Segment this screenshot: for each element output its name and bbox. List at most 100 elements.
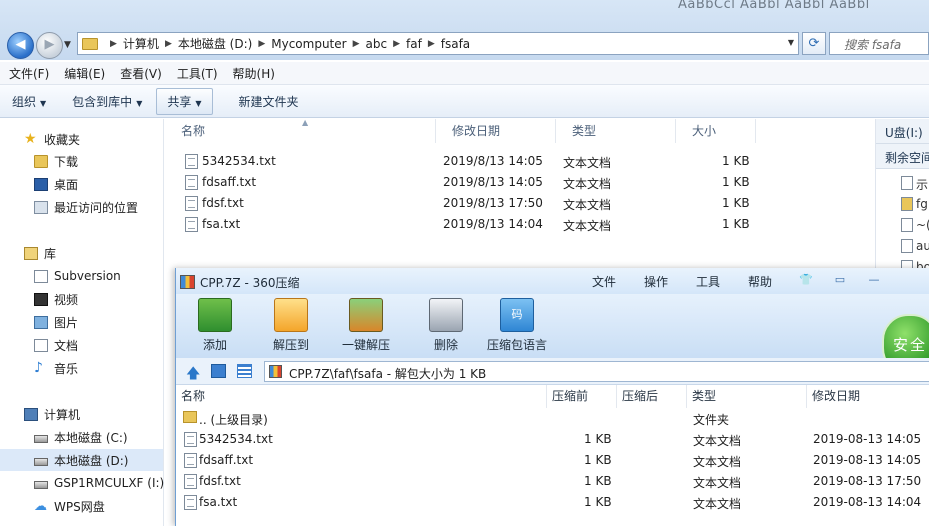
usb-drive-header[interactable]: U盘(I:) xyxy=(876,119,929,144)
one-click-extract-button[interactable]: 一键解压 xyxy=(342,298,390,353)
folder-icon xyxy=(901,197,913,211)
file-size: 1 KB xyxy=(722,196,750,210)
icon-view-icon[interactable] xyxy=(211,364,226,378)
breadcrumb-chevron-icon[interactable]: ▶ xyxy=(393,39,400,49)
search-input[interactable]: 搜索 fsafa xyxy=(829,32,929,55)
zip-file-name: 5342534.txt xyxy=(199,432,273,446)
nav-favorites[interactable]: ★ 收藏夹 xyxy=(0,128,163,150)
menu-view[interactable]: 查看(V) xyxy=(120,65,162,82)
zip-path-field[interactable]: CPP.7Z\faf\fsafa - 解包大小为 1 KB xyxy=(264,361,929,382)
breadcrumb-chevron-icon[interactable]: ▶ xyxy=(258,39,265,49)
menu-file[interactable]: 文件(F) xyxy=(9,65,49,82)
breadcrumb-chevron-icon[interactable]: ▶ xyxy=(428,39,435,49)
zip-column-modified[interactable]: 修改日期 xyxy=(807,385,929,408)
text-file-icon xyxy=(185,217,198,232)
column-header-modified[interactable]: 修改日期 xyxy=(436,119,556,143)
file-row[interactable]: 5342534.txt 2019/8/13 14:05 文本文档 1 KB xyxy=(165,151,765,172)
zip-menu-file[interactable]: 文件 xyxy=(592,273,616,290)
file-row[interactable]: fdsaff.txt 2019/8/13 14:05 文本文档 1 KB xyxy=(165,172,765,193)
back-button[interactable]: ◀ xyxy=(7,32,34,59)
breadcrumb-mycomputer[interactable]: Mycomputer xyxy=(271,37,346,51)
column-header-type[interactable]: 类型 xyxy=(556,119,676,143)
zip-file-row[interactable]: fdsf.txt 1 KB 文本文档 2019-08-13 17:50 xyxy=(176,471,929,492)
menu-tools[interactable]: 工具(T) xyxy=(177,65,218,82)
nav-downloads[interactable]: 下载 xyxy=(0,150,163,172)
nav-recent-places[interactable]: 最近访问的位置 xyxy=(0,196,163,218)
zip-column-compressed[interactable]: 压缩前 xyxy=(547,385,617,408)
delete-button[interactable]: 删除 xyxy=(429,298,463,353)
parent-directory-row[interactable]: .. (上级目录) 文件夹 xyxy=(176,408,929,429)
breadcrumb-drive-d[interactable]: 本地磁盘 (D:) xyxy=(178,35,252,52)
recent-pages-dropdown-icon[interactable]: ▼ xyxy=(64,40,71,50)
up-arrow-icon[interactable]: 🡅 xyxy=(186,363,200,387)
minimize-icon[interactable]: — xyxy=(866,273,882,287)
one-click-extract-icon xyxy=(349,298,383,332)
pane-item[interactable]: 示 xyxy=(916,176,929,196)
zip-column-name[interactable]: 名称 xyxy=(176,385,547,408)
text-file-icon xyxy=(185,196,198,211)
video-icon xyxy=(34,292,48,306)
new-folder-button[interactable]: 新建文件夹 xyxy=(239,93,299,110)
nav-drive-i[interactable]: GSP1RMCULXF (I:) xyxy=(0,472,164,494)
zip-file-row[interactable]: 5342534.txt 1 KB 文本文档 2019-08-13 14:05 xyxy=(176,429,929,450)
explorer-titlebar: AaBbCcl AaBbl AaBbl AaBbl ◀ ▶ ▼ ▶ 计算机 ▶ … xyxy=(0,0,929,60)
organize-button[interactable]: 组织 ▼ xyxy=(12,93,46,110)
zip-file-row[interactable]: fsa.txt 1 KB 文本文档 2019-08-13 14:04 xyxy=(176,492,929,513)
pane-item[interactable]: fg xyxy=(916,197,929,217)
nav-wps-cloud[interactable]: ☁ WPS网盘 xyxy=(0,495,163,517)
list-view-icon[interactable] xyxy=(237,364,252,378)
breadcrumb-faf[interactable]: faf xyxy=(406,37,422,51)
zip-menu-tools[interactable]: 工具 xyxy=(696,273,720,290)
zip-menu-operate[interactable]: 操作 xyxy=(644,273,668,290)
zip-column-type[interactable]: 类型 xyxy=(687,385,807,408)
file-row[interactable]: fsa.txt 2019/8/13 14:04 文本文档 1 KB xyxy=(165,214,765,235)
nav-videos[interactable]: 视频 xyxy=(0,288,163,310)
folder-icon xyxy=(183,411,197,423)
file-type: 文本文档 xyxy=(563,156,612,170)
free-space-header[interactable]: 剩余空间 xyxy=(876,144,929,169)
zip-titlebar: CPP.7Z - 360压缩 文件 操作 工具 帮助 👕 ▭ — xyxy=(176,268,929,294)
refresh-button[interactable]: ⟳ xyxy=(802,32,826,55)
address-dropdown-icon[interactable]: ▼ xyxy=(788,38,794,47)
nav-music[interactable]: ♪ 音乐 xyxy=(0,357,163,379)
archive-language-button[interactable]: 码 压缩包语言 xyxy=(487,298,547,353)
breadcrumb-chevron-icon[interactable]: ▶ xyxy=(110,39,117,49)
address-bar[interactable]: ▶ 计算机 ▶ 本地磁盘 (D:) ▶ Mycomputer ▶ abc ▶ f… xyxy=(77,32,799,55)
breadcrumb-computer[interactable]: 计算机 xyxy=(123,35,159,52)
nav-subversion[interactable]: Subversion xyxy=(0,265,163,287)
column-header-size[interactable]: 大小 xyxy=(676,119,756,143)
skin-icon[interactable]: 👕 xyxy=(798,273,814,287)
column-header-name[interactable]: 名称 ▲ xyxy=(165,118,436,143)
breadcrumb-chevron-icon[interactable]: ▶ xyxy=(165,39,172,49)
include-in-library-button[interactable]: 包含到库中 ▼ xyxy=(72,93,142,110)
zip-path-text: CPP.7Z\faf\fsafa - 解包大小为 1 KB xyxy=(289,367,487,381)
forward-button[interactable]: ▶ xyxy=(36,32,63,59)
nav-drive-c[interactable]: 本地磁盘 (C:) xyxy=(0,426,163,448)
pane-item[interactable]: au xyxy=(916,239,929,259)
zip-path-bar: 🡅 CPP.7Z\faf\fsafa - 解包大小为 1 KB xyxy=(176,358,929,385)
breadcrumb-chevron-icon[interactable]: ▶ xyxy=(353,39,360,49)
extract-to-button[interactable]: 解压到 xyxy=(273,298,309,353)
zip-file-row[interactable]: fdsaff.txt 1 KB 文本文档 2019-08-13 14:05 xyxy=(176,450,929,471)
nav-libraries[interactable]: 库 xyxy=(0,242,163,264)
breadcrumb-fsafa[interactable]: fsafa xyxy=(441,37,470,51)
pane-item[interactable]: ~( xyxy=(916,218,929,238)
breadcrumb-abc[interactable]: abc xyxy=(366,37,388,51)
nav-computer[interactable]: 计算机 xyxy=(0,403,163,425)
zip-column-after[interactable]: 压缩后 xyxy=(617,385,687,408)
nav-desktop[interactable]: 桌面 xyxy=(0,173,163,195)
zip-file-type: 文本文档 xyxy=(693,434,742,448)
nav-pictures[interactable]: 图片 xyxy=(0,311,163,333)
file-icon xyxy=(901,176,913,190)
file-row[interactable]: fdsf.txt 2019/8/13 17:50 文本文档 1 KB xyxy=(165,193,765,214)
text-file-icon xyxy=(184,432,197,447)
zip-menu-help[interactable]: 帮助 xyxy=(748,273,772,290)
nav-documents[interactable]: 文档 xyxy=(0,334,163,356)
nav-drive-d[interactable]: 本地磁盘 (D:) xyxy=(0,449,163,471)
share-button[interactable]: 共享 ▼ xyxy=(156,87,213,115)
add-button[interactable]: 添加 xyxy=(198,298,232,353)
feedback-icon[interactable]: ▭ xyxy=(832,273,848,287)
menu-edit[interactable]: 编辑(E) xyxy=(64,65,105,82)
breadcrumb: ▶ 计算机 ▶ 本地磁盘 (D:) ▶ Mycomputer ▶ abc ▶ f… xyxy=(104,35,470,52)
menu-help[interactable]: 帮助(H) xyxy=(233,65,275,82)
